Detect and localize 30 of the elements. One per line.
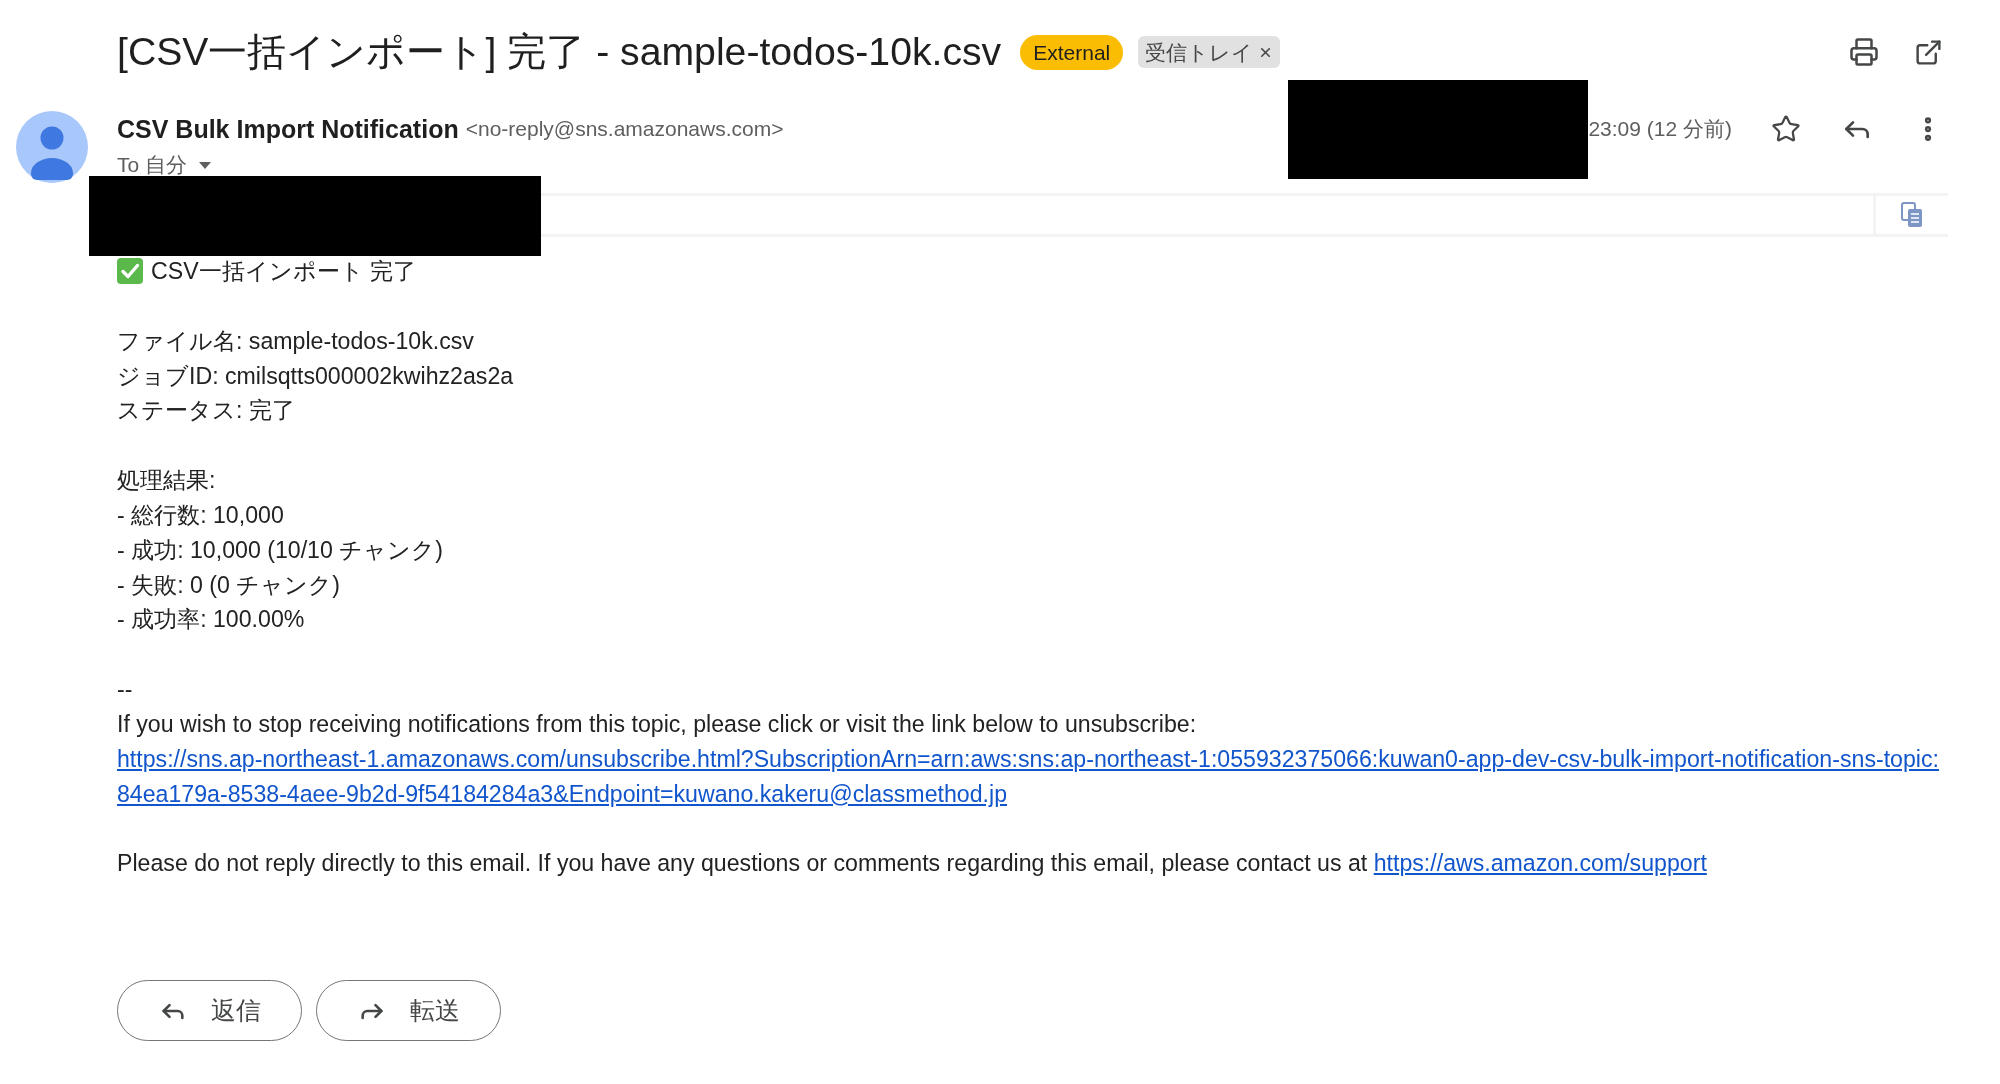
unsubscribe-text: If you wish to stop receiving notifications from this topic, please click or visit the link below to unsubscribe: xyxy=(117,709,1197,739)
detail-line: ファイル名: sample-todos-10k.csv xyxy=(117,326,474,356)
results-title: 処理結果: xyxy=(117,466,216,496)
star-icon[interactable] xyxy=(1771,114,1801,144)
detail-line: ジョブID: cmilsqtts000002kwihz2as2a xyxy=(117,361,514,391)
recipient-text: To 自分 xyxy=(117,152,187,178)
message-time: 23:09 (12 分前) xyxy=(1588,116,1732,142)
unsubscribe-link[interactable]: https://sns.ap-northeast-1.amazonaws.com/unsubscribe.html?SubscriptionArn=arn:aws:sns:ap-northeast-1:055932375066:kuwan0-app-dev-csv-bulk-import-notification-sns-topic:84ea179a-8538-4aee-9b2d-9f54184284a3&Endpoint=kuwano.kakeru@classmethod.jp xyxy=(117,741,1943,812)
open-in-new-icon[interactable] xyxy=(1913,37,1943,67)
result-line: - 成功率: 100.00% xyxy=(117,605,305,635)
copy-icon[interactable] xyxy=(1901,202,1923,228)
support-link[interactable]: https://aws.amazon.com/support xyxy=(1373,850,1707,877)
result-line: - 成功: 10,000 (10/10 チャンク) xyxy=(117,535,443,565)
forward-button[interactable]: 転送 xyxy=(316,980,501,1042)
sender-name: CSV Bulk Import Notification xyxy=(117,114,459,144)
reply-button[interactable]: 返信 xyxy=(117,980,302,1042)
footer-text: Please do not reply directly to this email. If you have any questions or comments regarding this email, please contact us at https://aws.amazon.com/support xyxy=(117,849,1707,879)
result-line: - 失敗: 0 (0 チャンク) xyxy=(117,570,340,600)
result-line: - 総行数: 10,000 xyxy=(117,500,284,530)
sender-email: <no-reply@sns.amazonaws.com> xyxy=(465,117,784,141)
email-subject: [CSV一括インポート] 完了 - sample-todos-10k.csv xyxy=(117,29,1002,75)
check-mark-icon xyxy=(117,258,143,285)
caret-down-icon[interactable] xyxy=(199,161,211,169)
avatar xyxy=(16,111,88,183)
detail-line: ステータス: 完了 xyxy=(117,396,295,426)
print-icon[interactable] xyxy=(1849,37,1879,67)
signature-separator: -- xyxy=(117,675,133,705)
label-text: 受信トレイ xyxy=(1145,41,1254,63)
label-text: External xyxy=(1033,41,1111,63)
heading-text: CSV一括インポート 完了 xyxy=(151,257,416,286)
